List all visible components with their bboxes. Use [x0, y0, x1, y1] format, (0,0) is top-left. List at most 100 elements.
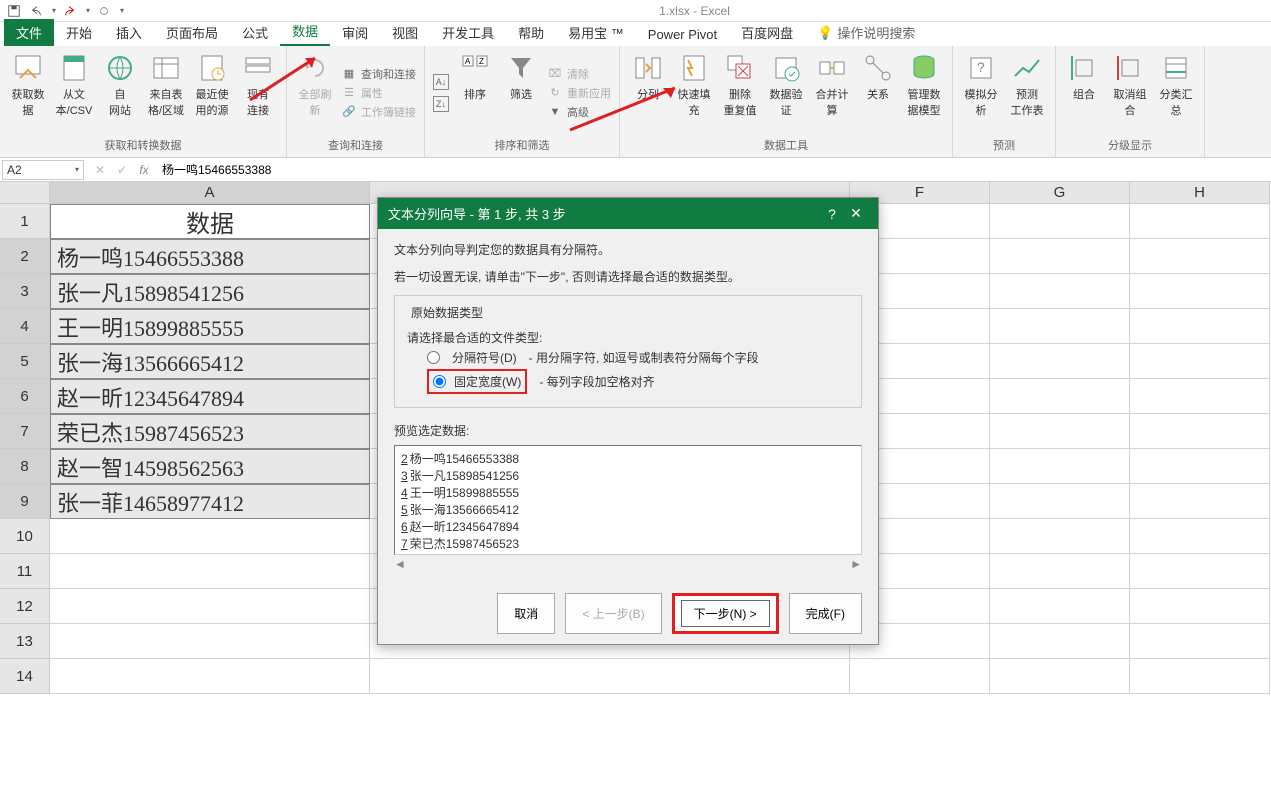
row-header[interactable]: 13	[0, 624, 50, 659]
cancel-formula-icon[interactable]: ✕	[90, 163, 110, 177]
tab-yyb[interactable]: 易用宝 ™	[556, 19, 636, 46]
cell[interactable]	[990, 379, 1130, 414]
row-header-1[interactable]: 1	[0, 204, 50, 239]
cell-data[interactable]: 赵一智14598562563	[50, 449, 370, 484]
advanced-filter-button[interactable]: ▼高级	[545, 103, 613, 121]
cell[interactable]	[990, 484, 1130, 519]
tab-insert[interactable]: 插入	[104, 19, 154, 46]
cell[interactable]	[990, 659, 1130, 694]
filter-button[interactable]: 筛选	[499, 50, 543, 135]
cell[interactable]	[990, 204, 1130, 239]
help-icon[interactable]: ?	[820, 206, 844, 222]
cell[interactable]	[50, 554, 370, 589]
row-header[interactable]: 10	[0, 519, 50, 554]
cell[interactable]	[1130, 519, 1270, 554]
finish-button[interactable]: 完成(F)	[789, 593, 862, 634]
recent-sources-button[interactable]: 最近使 用的源	[190, 50, 234, 135]
cancel-button[interactable]: 取消	[497, 593, 555, 634]
tab-formula[interactable]: 公式	[230, 19, 280, 46]
forecast-button[interactable]: 预测 工作表	[1005, 50, 1049, 135]
tab-help[interactable]: 帮助	[506, 19, 556, 46]
row-header[interactable]: 14	[0, 659, 50, 694]
cell[interactable]	[990, 274, 1130, 309]
cell[interactable]	[990, 414, 1130, 449]
cell[interactable]	[1130, 204, 1270, 239]
cell[interactable]	[1130, 659, 1270, 694]
cell[interactable]	[990, 239, 1130, 274]
cell[interactable]	[1130, 274, 1270, 309]
ungroup-button[interactable]: 取消组合	[1108, 50, 1152, 135]
cell[interactable]	[1130, 414, 1270, 449]
namebox-dropdown-icon[interactable]: ▾	[75, 165, 79, 174]
close-icon[interactable]: ✕	[844, 205, 868, 222]
tab-dev[interactable]: 开发工具	[430, 19, 506, 46]
tab-view[interactable]: 视图	[380, 19, 430, 46]
consolidate-button[interactable]: 合并计算	[810, 50, 854, 135]
tab-review[interactable]: 审阅	[330, 19, 380, 46]
cell[interactable]	[50, 624, 370, 659]
row-header[interactable]: 12	[0, 589, 50, 624]
cell-data[interactable]: 荣已杰15987456523	[50, 414, 370, 449]
formula-input[interactable]	[158, 163, 1271, 177]
cell[interactable]	[1130, 239, 1270, 274]
from-csv-button[interactable]: 从文 本/CSV	[52, 50, 96, 135]
row-header[interactable]: 11	[0, 554, 50, 589]
edit-links-button[interactable]: 🔗工作簿链接	[339, 103, 418, 121]
touch-mode-icon[interactable]	[96, 3, 112, 19]
group-button[interactable]: 组合	[1062, 50, 1106, 135]
cell[interactable]	[50, 659, 370, 694]
relations-button[interactable]: 关系	[856, 50, 900, 135]
scroll-left-icon[interactable]: ◄	[394, 557, 406, 571]
col-header-g[interactable]: G	[990, 182, 1130, 204]
tab-pivot[interactable]: Power Pivot	[636, 23, 729, 46]
cell[interactable]	[990, 589, 1130, 624]
scroll-right-icon[interactable]: ►	[850, 557, 862, 571]
sort-button[interactable]: AZ排序	[453, 50, 497, 135]
cell[interactable]	[1130, 554, 1270, 589]
cell-data[interactable]: 张一海13566665412	[50, 344, 370, 379]
row-header[interactable]: 8	[0, 449, 50, 484]
row-header[interactable]: 2	[0, 239, 50, 274]
refresh-all-button[interactable]: 全部刷新	[293, 50, 337, 135]
cell[interactable]	[1130, 344, 1270, 379]
sort-az-button[interactable]: A↓	[431, 73, 451, 91]
cell[interactable]	[990, 309, 1130, 344]
get-data-button[interactable]: 获取数 据	[6, 50, 50, 135]
cell[interactable]	[1130, 449, 1270, 484]
from-table-button[interactable]: 来自表 格/区域	[144, 50, 188, 135]
redo-dropdown-icon[interactable]: ▾	[86, 6, 90, 15]
cell[interactable]	[1130, 589, 1270, 624]
select-all-corner[interactable]	[0, 182, 50, 204]
reapply-button[interactable]: ↻重新应用	[545, 84, 613, 102]
cell[interactable]	[1130, 624, 1270, 659]
accept-formula-icon[interactable]: ✓	[112, 163, 132, 177]
cell[interactable]	[1130, 309, 1270, 344]
row-header[interactable]: 7	[0, 414, 50, 449]
undo-dropdown-icon[interactable]: ▾	[52, 6, 56, 15]
cell[interactable]	[990, 519, 1130, 554]
tab-home[interactable]: 开始	[54, 19, 104, 46]
cell[interactable]	[50, 589, 370, 624]
col-header-a[interactable]: A	[50, 182, 370, 204]
radio-delimited[interactable]	[427, 351, 440, 364]
preview-box[interactable]: 2杨一鸣154665533883张一凡158985412564王一明158998…	[394, 445, 862, 555]
tell-me[interactable]: 💡 操作说明搜索	[805, 19, 927, 46]
whatif-button[interactable]: ?模拟分析	[959, 50, 1003, 135]
next-button[interactable]: 下一步(N) >	[681, 600, 770, 627]
cell[interactable]	[990, 624, 1130, 659]
existing-conn-button[interactable]: 现有 连接	[236, 50, 280, 135]
cell-data[interactable]: 赵一昕12345647894	[50, 379, 370, 414]
undo-icon[interactable]	[28, 3, 44, 19]
cell[interactable]	[1130, 379, 1270, 414]
name-box[interactable]: A2▾	[2, 160, 84, 180]
redo-icon[interactable]	[62, 3, 78, 19]
row-header[interactable]: 4	[0, 309, 50, 344]
clear-filter-button[interactable]: ⌧清除	[545, 65, 613, 83]
properties-button[interactable]: ☰属性	[339, 84, 418, 102]
cell[interactable]	[990, 554, 1130, 589]
cell-data[interactable]: 杨一鸣15466553388	[50, 239, 370, 274]
text-to-columns-button[interactable]: 分列	[626, 50, 670, 135]
save-icon[interactable]	[6, 3, 22, 19]
dialog-title-bar[interactable]: 文本分列向导 - 第 1 步, 共 3 步 ? ✕	[378, 198, 878, 229]
data-validation-button[interactable]: 数据验 证	[764, 50, 808, 135]
